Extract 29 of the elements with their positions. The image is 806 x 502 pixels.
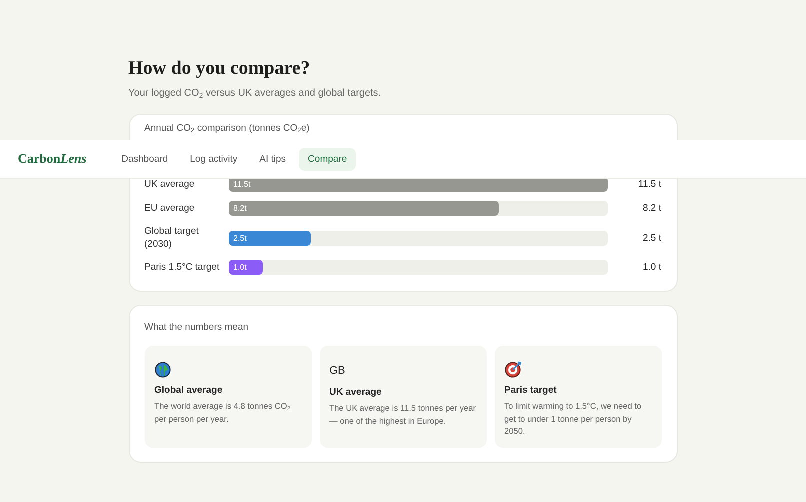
logo[interactable]: CarbonLens [18, 151, 87, 167]
nav-tab[interactable]: AI tips [250, 148, 296, 170]
tile-title: Global average [154, 385, 224, 396]
row-label: Global target (2030) [144, 225, 200, 251]
row-value: 2.5 t [642, 232, 662, 244]
row-label: UK average [144, 178, 196, 191]
nav-tab[interactable]: Compare [299, 148, 356, 170]
row-label: Paris 1.5°C target [144, 261, 221, 274]
tile-title: Paris target [504, 385, 558, 396]
nav-tab[interactable]: Log activity [181, 148, 247, 170]
flag-text: GB [330, 364, 346, 379]
row-value: 11.5 t [637, 179, 662, 190]
bar-fill: 1.0t [228, 260, 263, 275]
tile-text: The UK average is 11.5 tonnes per year — one of the highest in Europe. [330, 402, 476, 427]
card-title: What the numbers mean [144, 322, 250, 333]
tile-text: The world average is 4.8 tonnes CO$_{2}$ per person per year. [154, 400, 292, 425]
globe-icon [154, 362, 170, 378]
page-subtitle: Your logged CO$_{2}$ versus UK averages and global targets. [128, 88, 382, 99]
card-title: Annual CO$_{2}$ comparison (tonnes CO$_{2}$e) [144, 123, 311, 134]
row-label: EU average [144, 202, 196, 215]
bar-fill: 2.5t [228, 230, 311, 246]
target-icon [504, 361, 522, 378]
row-value: 8.2 t [642, 203, 662, 214]
nav-tab[interactable]: Dashboard [112, 148, 178, 170]
bar-fill: 8.2t [228, 201, 499, 216]
tile-title: UK average [330, 387, 383, 398]
page-heading: How do you compare? [128, 58, 312, 80]
row-value: 1.0 t [642, 262, 662, 273]
tile-text: To limit warming to 1.5°C, we need to get to under 1 tonne per person by 2050. [504, 400, 643, 438]
